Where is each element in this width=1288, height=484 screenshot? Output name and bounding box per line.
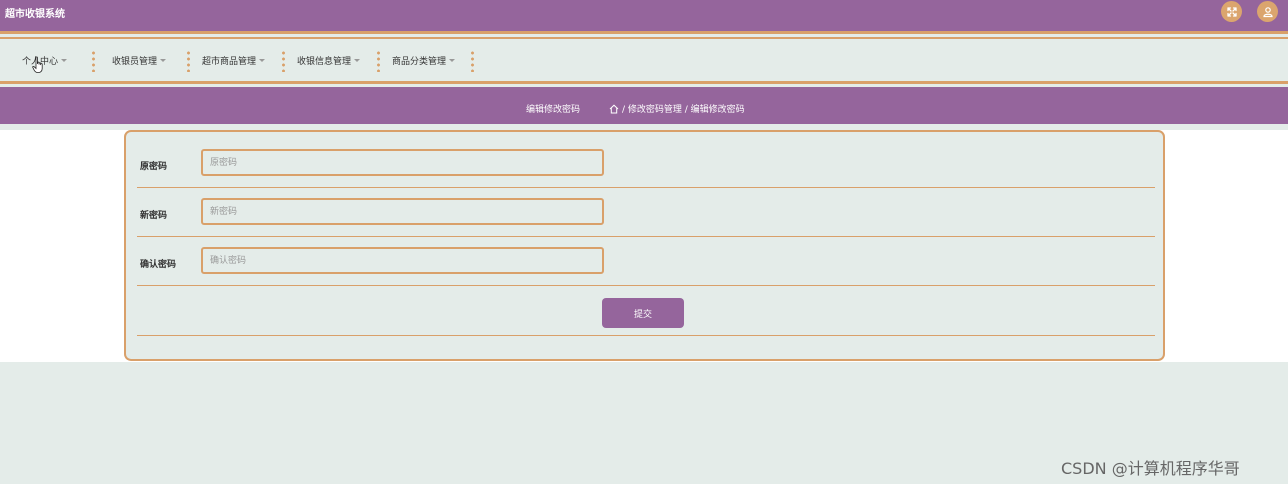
app-title: 超市收银系统 [5, 9, 65, 20]
breadcrumb: / 修改密码管理 / 编辑修改密码 [609, 102, 745, 115]
old-password-label: 原密码 [140, 162, 168, 172]
main-navbar: 个人中心 收银员管理 超市商品管理 收银信息管理 商品分类管理 [0, 37, 1288, 84]
nav-item-label: 收银信息管理 [297, 57, 352, 67]
new-password-input[interactable] [201, 198, 604, 225]
hand-cursor-icon [32, 56, 43, 73]
nav-separator [377, 50, 380, 72]
submit-button[interactable]: 提交 [602, 298, 684, 328]
fullscreen-button[interactable] [1221, 1, 1242, 22]
nav-item-label: 商品分类管理 [392, 57, 447, 67]
form-row-old-password: 原密码 [137, 140, 1155, 188]
chevron-down-icon [354, 59, 361, 62]
nav-separator [92, 50, 95, 72]
old-password-input[interactable] [201, 149, 604, 176]
breadcrumb-path: / 修改密码管理 / 编辑修改密码 [622, 105, 745, 115]
nav-separator [471, 50, 474, 72]
form-row-confirm-password: 确认密码 [137, 238, 1155, 286]
chevron-down-icon [61, 59, 68, 62]
change-password-form: 原密码 新密码 确认密码 提交 [124, 130, 1165, 361]
nav-separator [282, 50, 285, 72]
confirm-password-input[interactable] [201, 247, 604, 274]
nav-item-cashier-management[interactable]: 收银员管理 [112, 54, 167, 67]
nav-item-personal-center[interactable]: 个人中心 [22, 54, 68, 67]
user-button[interactable] [1257, 1, 1278, 22]
form-divider [137, 335, 1155, 336]
top-header: 超市收银系统 [0, 0, 1288, 34]
form-row-new-password: 新密码 [137, 189, 1155, 237]
chevron-down-icon [449, 59, 456, 62]
page-banner: 编辑修改密码 / 修改密码管理 / 编辑修改密码 [0, 87, 1288, 124]
confirm-password-label: 确认密码 [140, 260, 177, 270]
nav-item-label: 收银员管理 [112, 57, 158, 67]
user-icon [1262, 6, 1273, 17]
nav-separator [187, 50, 190, 72]
page-title: 编辑修改密码 [526, 105, 581, 115]
chevron-down-icon [259, 59, 266, 62]
nav-item-cashier-info-management[interactable]: 收银信息管理 [297, 54, 361, 67]
new-password-label: 新密码 [140, 211, 168, 221]
home-icon[interactable] [609, 104, 619, 114]
chevron-down-icon [160, 59, 167, 62]
fullscreen-icon [1226, 6, 1237, 17]
nav-item-category-management[interactable]: 商品分类管理 [392, 54, 456, 67]
nav-item-product-management[interactable]: 超市商品管理 [202, 54, 266, 67]
watermark-text: CSDN @计算机程序华哥 [1061, 459, 1240, 478]
nav-item-label: 超市商品管理 [202, 57, 257, 67]
